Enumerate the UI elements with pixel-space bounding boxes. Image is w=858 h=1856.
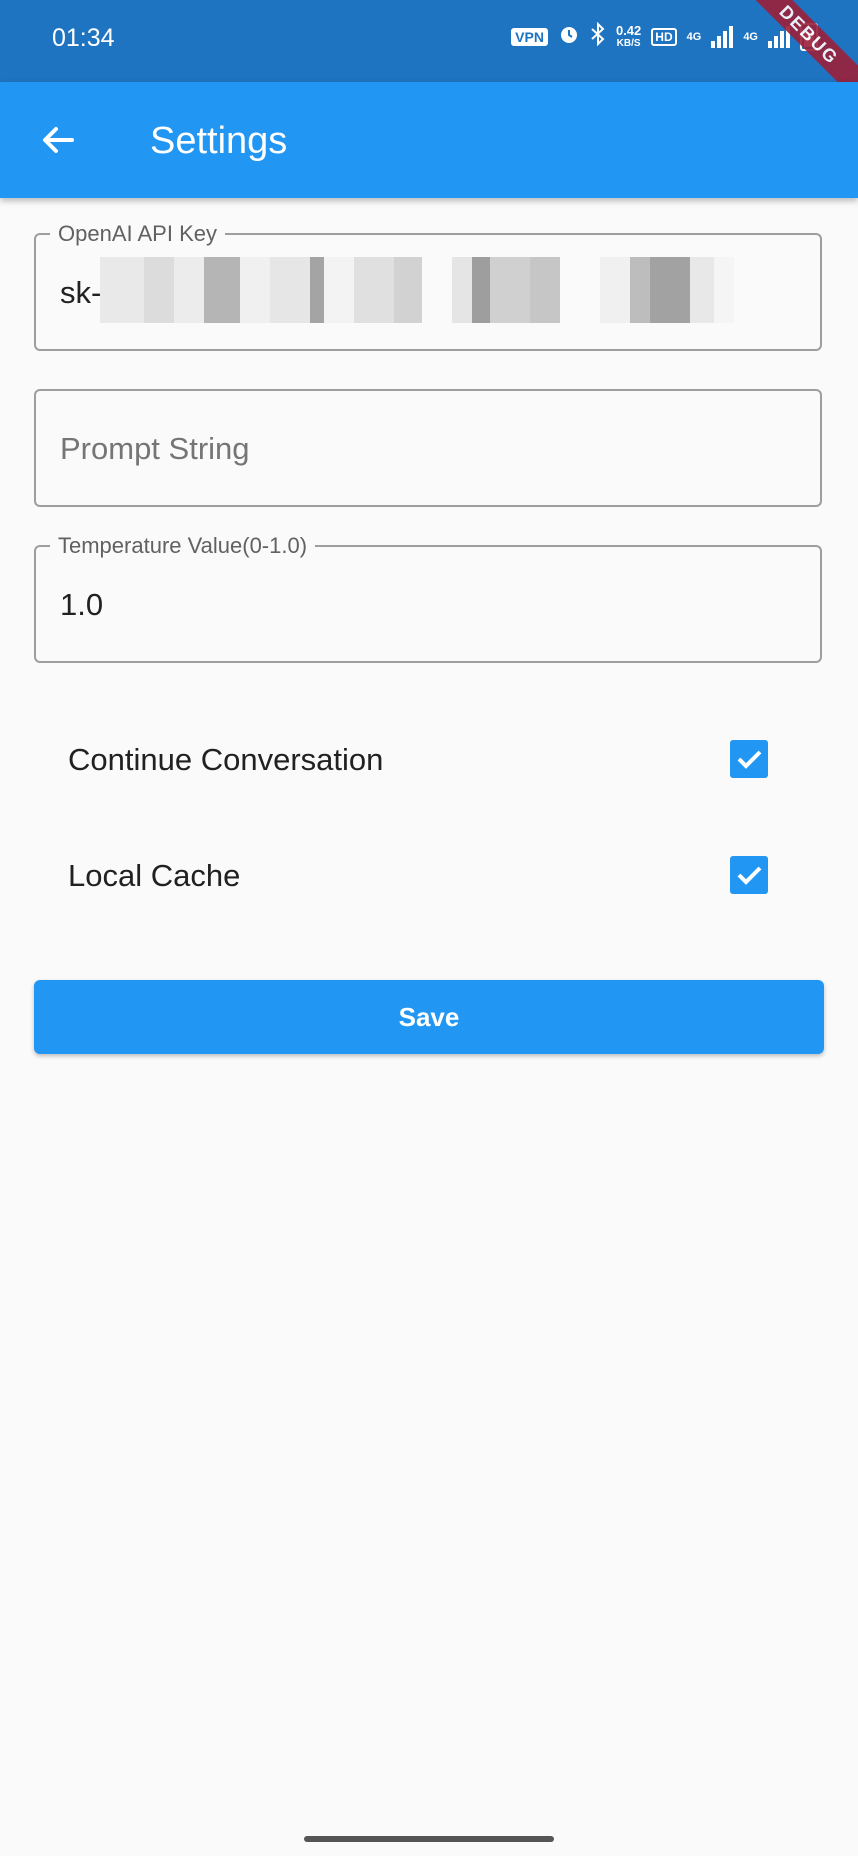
- api-key-field[interactable]: OpenAI API Key sk-: [34, 221, 822, 351]
- local-cache-label: Local Cache: [68, 858, 241, 893]
- page-title: Settings: [150, 120, 288, 162]
- save-button[interactable]: Save: [34, 980, 824, 1054]
- local-cache-option[interactable]: Local Cache: [34, 836, 822, 916]
- save-button-label: Save: [398, 1001, 460, 1032]
- bluetooth-icon: [590, 21, 606, 51]
- status-icons: VPN 0.42 KB/S HD 4G 4G: [511, 21, 818, 51]
- network-speed: 0.42 KB/S: [615, 22, 642, 49]
- network-type-2: 4G: [743, 30, 758, 43]
- arrow-back-icon: [43, 127, 74, 153]
- api-key-label: OpenAI API Key: [50, 221, 225, 247]
- continue-conversation-option[interactable]: Continue Conversation: [34, 720, 822, 800]
- prompt-field[interactable]: Prompt String: [34, 389, 822, 507]
- status-bar: 01:34 VPN 0.42 KB/S HD 4G 4G DEBUG: [0, 0, 858, 112]
- home-indicator[interactable]: [304, 1836, 554, 1842]
- check-icon: [737, 866, 762, 885]
- redacted-key: [100, 257, 800, 323]
- temperature-value: 1.0: [60, 587, 104, 622]
- network-type-1: 4G: [686, 30, 702, 43]
- api-key-value: sk-: [60, 275, 102, 310]
- alarm-icon: [558, 23, 580, 50]
- prompt-placeholder: Prompt String: [60, 431, 250, 466]
- temperature-label: Temperature Value(0-1.0): [50, 533, 316, 559]
- check-icon: [737, 750, 762, 769]
- local-cache-checkbox[interactable]: [730, 856, 768, 894]
- vpn-icon: VPN: [511, 27, 548, 46]
- continue-conversation-checkbox[interactable]: [730, 740, 768, 778]
- status-time: 01:34: [52, 24, 115, 52]
- app-bar: Settings: [0, 82, 858, 198]
- back-button[interactable]: [30, 112, 86, 168]
- hd-icon: HD: [651, 27, 677, 46]
- signal-icon: [711, 25, 734, 48]
- continue-conversation-label: Continue Conversation: [68, 742, 384, 777]
- temperature-field[interactable]: Temperature Value(0-1.0) 1.0: [34, 533, 822, 663]
